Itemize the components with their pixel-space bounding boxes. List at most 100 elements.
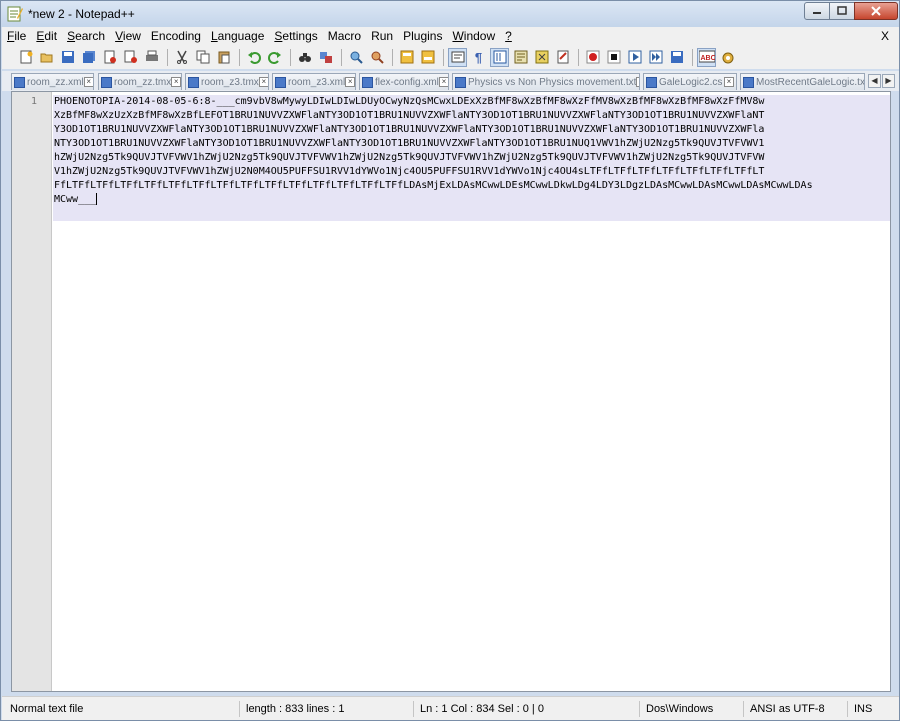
menu-search[interactable]: Search: [62, 29, 110, 43]
macro-save-button[interactable]: [667, 48, 686, 67]
user-defined-language-button[interactable]: [511, 48, 530, 67]
line-number-gutter: 1: [12, 92, 52, 691]
toolbar: ¶ ABC: [2, 45, 899, 69]
tab-galelogic2-cs[interactable]: GaleLogic2.cs ×: [643, 73, 737, 90]
sync-horizontal-button[interactable]: [418, 48, 437, 67]
tab-close-icon[interactable]: ×: [258, 77, 268, 87]
notepadpp-app-icon: [7, 6, 23, 22]
tab-close-icon[interactable]: ×: [171, 77, 181, 87]
wrapped-line-text: MCww___: [54, 194, 97, 205]
close-window-button[interactable]: [854, 2, 898, 20]
close-file-button[interactable]: [100, 48, 119, 67]
print-button[interactable]: [142, 48, 161, 67]
tab-close-icon[interactable]: ×: [345, 77, 355, 87]
menu-language[interactable]: Language: [206, 29, 269, 43]
tab-scroll-left-button[interactable]: ◀: [868, 74, 881, 88]
indent-guide-button[interactable]: [490, 47, 509, 67]
status-file-type: Normal text file: [10, 703, 84, 715]
sync-vertical-button[interactable]: [397, 48, 416, 67]
show-all-characters-button[interactable]: ¶: [469, 48, 488, 67]
undo-button[interactable]: [244, 48, 263, 67]
tab-room-zz-xml[interactable]: room_zz.xml ×: [11, 73, 94, 90]
macro-play-button[interactable]: [625, 48, 644, 67]
wrapped-line: PHOENOTOPIA-2014-08-05-6:8-___cm9vbV8wMy…: [54, 96, 765, 107]
toolbar-separator: [239, 48, 240, 66]
open-folder-icon: [40, 53, 52, 63]
tab-label: room_z3.tmx: [201, 76, 259, 88]
toolbar-separator: [341, 48, 342, 66]
menu-run[interactable]: Run: [366, 29, 398, 43]
close-document-button[interactable]: X: [881, 29, 889, 43]
tab-room-z3-tmx[interactable]: room_z3.tmx ×: [185, 73, 269, 90]
doc-map-button[interactable]: [553, 48, 572, 67]
new-file-button[interactable]: [16, 48, 35, 67]
tab-room-zz-tmx[interactable]: room_zz.tmx ×: [98, 73, 182, 90]
save-all-button[interactable]: [79, 48, 98, 67]
wrapped-line: FfLTFfLTFfLTFfLTFfLTFfLTFfLTFfLTFfLTFfLT…: [54, 180, 813, 191]
file-saved-icon: [743, 76, 754, 88]
file-saved-icon: [362, 76, 373, 88]
wrapped-line: V1hZWjU2Nzg5Tk9QUVJTVFVWV1hZWjU2N0M4OU5P…: [54, 166, 765, 177]
tab-flex-config-xml[interactable]: flex-config.xml ×: [359, 73, 449, 90]
tab-close-icon[interactable]: ×: [724, 77, 734, 87]
copy-icon: [196, 50, 209, 64]
close-all-button[interactable]: [121, 48, 140, 67]
menu-settings[interactable]: Settings: [269, 29, 322, 43]
text-area[interactable]: PHOENOTOPIA-2014-08-05-6:8-___cm9vbV8wMy…: [53, 92, 890, 691]
open-file-button[interactable]: [37, 48, 56, 67]
word-wrap-icon: [451, 51, 464, 63]
binoculars-icon: [298, 53, 311, 62]
macro-stop-button[interactable]: [604, 48, 623, 67]
menu-view[interactable]: View: [110, 29, 146, 43]
status-length: length : 833 lines : 1: [239, 701, 413, 717]
macro-run-multiple-button[interactable]: [646, 48, 665, 67]
tab-room-z3-xml[interactable]: room_z3.xml ×: [272, 73, 356, 90]
menu-bar: File Edit Search View Encoding Language …: [2, 27, 899, 45]
document-text[interactable]: PHOENOTOPIA-2014-08-05-6:8-___cm9vbV8wMy…: [54, 95, 890, 207]
word-wrap-button[interactable]: [448, 47, 467, 67]
replace-button[interactable]: [316, 48, 335, 67]
maximize-button[interactable]: [829, 2, 855, 20]
zoom-in-button[interactable]: [346, 48, 365, 67]
menu-edit[interactable]: Edit: [31, 29, 62, 43]
tab-mostrecentgalelogic-txt[interactable]: MostRecentGaleLogic.txt: [740, 73, 865, 90]
redo-button[interactable]: [265, 48, 284, 67]
tab-scroll-right-button[interactable]: ▶: [882, 74, 895, 88]
tab-label: room_z3.xml: [288, 76, 346, 88]
menu-plugins[interactable]: Plugins: [398, 29, 447, 43]
menu-window[interactable]: Window: [447, 29, 500, 43]
notepadpp-window: *new 2 - Notepad++ File Edit Search View…: [0, 0, 900, 721]
save-all-icon: [82, 51, 95, 63]
menu-encoding[interactable]: Encoding: [146, 29, 206, 43]
tab-physics-movement-txt[interactable]: Physics vs Non Physics movement.txt ×: [452, 73, 640, 90]
tab-close-icon[interactable]: ×: [636, 77, 639, 87]
spell-check-button[interactable]: ABC: [697, 47, 716, 67]
find-button[interactable]: [295, 48, 314, 67]
save-button[interactable]: [58, 48, 77, 67]
stop-icon: [607, 50, 620, 64]
paste-button[interactable]: [214, 48, 233, 67]
wrapped-line: NTY3OD1OT1BRU1NUVVZXWFlaNTY3OD1OT1BRU1NU…: [54, 138, 765, 149]
tab-label: flex-config.xml: [375, 76, 439, 88]
toolbar-separator: [578, 48, 579, 66]
tab-close-icon[interactable]: ×: [83, 77, 93, 87]
cut-button[interactable]: [172, 48, 191, 67]
file-saved-icon: [101, 76, 112, 88]
tab-close-icon[interactable]: ×: [438, 77, 448, 87]
minimize-button[interactable]: [804, 2, 830, 20]
maximize-icon: [837, 6, 847, 15]
file-saved-icon: [646, 76, 657, 88]
status-encoding: ANSI as UTF-8: [743, 701, 847, 717]
function-list-button[interactable]: [532, 48, 551, 67]
editor-pane[interactable]: 1 PHOENOTOPIA-2014-08-05-6:8-___cm9vbV8w…: [11, 91, 891, 692]
title-bar[interactable]: *new 2 - Notepad++: [1, 1, 899, 27]
menu-macro[interactable]: Macro: [323, 29, 366, 43]
menu-help[interactable]: ?: [500, 29, 517, 43]
macro-record-button[interactable]: [583, 48, 602, 67]
save-icon: [61, 51, 74, 63]
zoom-out-button[interactable]: [367, 48, 386, 67]
plugin-button[interactable]: [718, 48, 737, 67]
tab-label: room_zz.tmx: [114, 76, 172, 88]
menu-file[interactable]: File: [2, 29, 31, 43]
copy-button[interactable]: [193, 48, 212, 67]
